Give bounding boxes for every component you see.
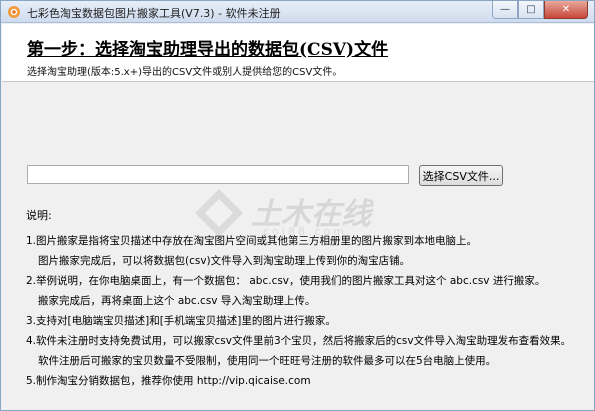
- select-csv-button[interactable]: 选择CSV文件...: [419, 165, 503, 186]
- instruction-line: 图片搬家完成后，可以将数据包(csv)文件导入到淘宝助理上传到你的淘宝店铺。: [38, 255, 411, 267]
- instruction-line: 1.图片搬家是指将宝贝描述中存放在淘宝图片空间或其他第三方相册里的图片搬家到本地…: [26, 235, 478, 247]
- maximize-button[interactable]: □: [518, 1, 544, 19]
- page-subtitle: 选择淘宝助理(版本:5.x+)导出的CSV文件或别人提供给您的CSV文件。: [27, 67, 343, 78]
- minimize-button[interactable]: —: [492, 1, 518, 19]
- instruction-line: 5.制作淘宝分销数据包，推荐你使用 http://vip.qicaise.com: [26, 375, 311, 387]
- close-icon: ✕: [561, 4, 571, 15]
- instruction-line: 3.支持对[电脑端宝贝描述]和[手机端宝贝描述]里的图片进行搬家。: [26, 315, 336, 327]
- instruction-line: 软件注册后可搬家的宝贝数量不受限制，使用同一个旺旺号注册的软件最多可以在5台电脑…: [38, 355, 497, 367]
- window-controls: — □ ✕: [492, 1, 588, 20]
- app-logo-icon: [7, 5, 21, 19]
- app-window: 七彩色淘宝数据包图片搬家工具(V7.3) - 软件未注册 — □ ✕ 第一步：选…: [0, 0, 595, 411]
- title-bar[interactable]: 七彩色淘宝数据包图片搬家工具(V7.3) - 软件未注册 — □ ✕: [1, 1, 594, 23]
- minimize-icon: —: [500, 4, 510, 15]
- instructions-title: 说明:: [26, 209, 52, 222]
- instructions: 说明: 1.图片搬家是指将宝贝描述中存放在淘宝图片空间或其他第三方相册里的图片搬…: [26, 207, 586, 394]
- close-button[interactable]: ✕: [544, 1, 588, 19]
- page-title: 第一步：选择淘宝助理导出的数据包(CSV)文件: [27, 40, 389, 60]
- step-header: 第一步：选择淘宝助理导出的数据包(CSV)文件 选择淘宝助理(版本:5.x+)导…: [2, 24, 594, 82]
- window-title: 七彩色淘宝数据包图片搬家工具(V7.3) - 软件未注册: [27, 7, 281, 20]
- instruction-line: 搬家完成后，再将桌面上这个 abc.csv 导入淘宝助理上传。: [38, 295, 316, 307]
- csv-path-input[interactable]: [27, 165, 409, 184]
- instruction-line: 2.举例说明，在你电脑桌面上，有一个数据包： abc.csv，使用我们的图片搬家…: [26, 275, 546, 287]
- instruction-line: 4.软件未注册时支持免费试用，可以搬家csv文件里前3个宝贝，然后将搬家后的cs…: [26, 335, 572, 347]
- maximize-icon: □: [526, 4, 536, 15]
